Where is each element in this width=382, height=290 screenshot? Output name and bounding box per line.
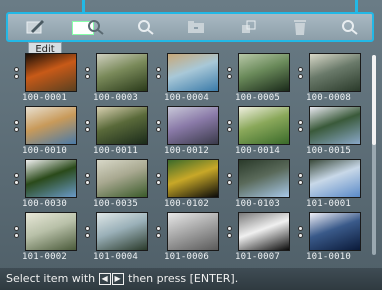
thumbnail-item[interactable]: 101-0004: [85, 212, 155, 263]
status-bar: Select item with ◀ ▶ then press [ENTER].: [0, 268, 382, 290]
thumbnail-item[interactable]: 100-0004: [156, 53, 226, 104]
protect-marker-icon: [85, 173, 93, 193]
thumbnail-item[interactable]: 101-0010: [298, 212, 368, 263]
protect-marker-icon: [227, 226, 235, 246]
protect-marker-icon: [227, 120, 235, 140]
thumbnail-label: 100-0003: [93, 93, 138, 103]
copy-icon[interactable]: [240, 18, 260, 36]
thumbnail-item[interactable]: 100-0003: [85, 53, 155, 104]
thumbnail-label: 100-0012: [164, 146, 209, 156]
thumbnail-label: 100-0011: [93, 146, 138, 156]
thumbnail-item[interactable]: 101-0002: [14, 212, 84, 263]
thumbnail-label: 100-0015: [306, 146, 351, 156]
thumbnail-label: 101-0010: [306, 252, 351, 262]
thumbnail-image[interactable]: [238, 159, 290, 198]
trash-icon[interactable]: [290, 18, 310, 36]
thumbnail-item[interactable]: 100-0008: [298, 53, 368, 104]
protect-marker-icon: [156, 120, 164, 140]
protect-marker-icon: [298, 226, 306, 246]
thumbnail-label: 100-0030: [22, 199, 67, 209]
tool-menu-bar: [6, 12, 374, 42]
thumbnail-item[interactable]: 100-0014: [227, 106, 297, 157]
scrollbar-thumb[interactable]: [372, 55, 376, 145]
thumbnail-image[interactable]: [238, 212, 290, 251]
thumbnail-image[interactable]: [167, 53, 219, 92]
right-arrow-key-icon: ▶: [111, 273, 124, 285]
thumbnail-label: 100-0010: [22, 146, 67, 156]
thumbnail-grid: 100-0001 100-0003 100-0004 100-0005 100-0008…: [14, 53, 368, 263]
thumbnail-image[interactable]: [309, 53, 361, 92]
thumbnail-item[interactable]: 100-0010: [14, 106, 84, 157]
thumbnail-label: 100-0001: [22, 93, 67, 103]
left-arrow-key-icon: ◀: [98, 273, 111, 285]
thumbnail-item[interactable]: 100-0030: [14, 159, 84, 210]
protect-marker-icon: [156, 226, 164, 246]
thumbnail-item[interactable]: 100-0035: [85, 159, 155, 210]
thumbnail-image[interactable]: [25, 159, 77, 198]
protect-marker-icon: [156, 173, 164, 193]
status-suffix: then press [ENTER].: [128, 272, 239, 285]
thumbnail-label: 101-0006: [164, 252, 209, 262]
protect-marker-icon: [14, 67, 22, 87]
thumbnail-item[interactable]: 101-0007: [227, 212, 297, 263]
thumbnail-image[interactable]: [238, 106, 290, 145]
folder-icon[interactable]: [186, 18, 206, 36]
status-prefix: Select item with: [6, 272, 96, 285]
thumbnail-label: 100-0103: [235, 199, 280, 209]
thumbnail-image[interactable]: [25, 106, 77, 145]
thumbnail-label: 101-0007: [235, 252, 280, 262]
thumbnail-item[interactable]: 101-0001: [298, 159, 368, 210]
thumbnail-item[interactable]: 100-0001: [14, 53, 84, 104]
thumbnail-label: 100-0008: [306, 93, 351, 103]
pencil-icon[interactable]: [26, 18, 46, 36]
thumbnail-image[interactable]: [96, 106, 148, 145]
thumbnail-image[interactable]: [309, 106, 361, 145]
thumbnail-label: 101-0001: [306, 199, 351, 209]
thumbnail-item[interactable]: 101-0006: [156, 212, 226, 263]
protect-marker-icon: [14, 173, 22, 193]
protect-marker-icon: [227, 67, 235, 87]
thumbnail-image[interactable]: [96, 212, 148, 251]
protect-marker-icon: [14, 226, 22, 246]
thumbnail-image[interactable]: [309, 159, 361, 198]
thumbnail-image[interactable]: [167, 212, 219, 251]
thumbnail-image[interactable]: [25, 212, 77, 251]
thumbnail-item[interactable]: 100-0015: [298, 106, 368, 157]
thumbnail-label: 100-0005: [235, 93, 280, 103]
protect-marker-icon: [85, 226, 93, 246]
protect-marker-icon: [156, 67, 164, 87]
scrollbar[interactable]: [372, 55, 376, 255]
protect-marker-icon: [14, 120, 22, 140]
thumbnail-label: 101-0004: [93, 252, 138, 262]
thumbnail-image[interactable]: [25, 53, 77, 92]
thumbnail-item[interactable]: 100-0102: [156, 159, 226, 210]
thumbnail-image[interactable]: [96, 159, 148, 198]
thumbnail-item[interactable]: 100-0011: [85, 106, 155, 157]
magnify-icon[interactable]: [136, 18, 156, 36]
thumbnail-item[interactable]: 100-0103: [227, 159, 297, 210]
camera-browser-screen: Edit 100-0001 100-0003 100-0004 100-0005 100…: [0, 0, 382, 290]
thumbnail-image[interactable]: [167, 159, 219, 198]
thumbnail-item[interactable]: 100-0005: [227, 53, 297, 104]
protect-marker-icon: [298, 67, 306, 87]
protect-marker-icon: [85, 67, 93, 87]
protect-marker-icon: [85, 120, 93, 140]
thumbnail-label: 100-0004: [164, 93, 209, 103]
thumbnail-image[interactable]: [167, 106, 219, 145]
thumbnail-item[interactable]: 100-0012: [156, 106, 226, 157]
thumbnail-image[interactable]: [238, 53, 290, 92]
search-icon[interactable]: [340, 18, 360, 36]
protect-marker-icon: [298, 120, 306, 140]
thumbnail-image[interactable]: [96, 53, 148, 92]
protect-marker-icon: [227, 173, 235, 193]
thumbnail-label: 100-0014: [235, 146, 280, 156]
magnify-icon[interactable]: [86, 18, 106, 36]
thumbnail-label: 100-0102: [164, 199, 209, 209]
thumbnail-label: 100-0035: [93, 199, 138, 209]
thumbnail-label: 101-0002: [22, 252, 67, 262]
protect-marker-icon: [298, 173, 306, 193]
thumbnail-image[interactable]: [309, 212, 361, 251]
